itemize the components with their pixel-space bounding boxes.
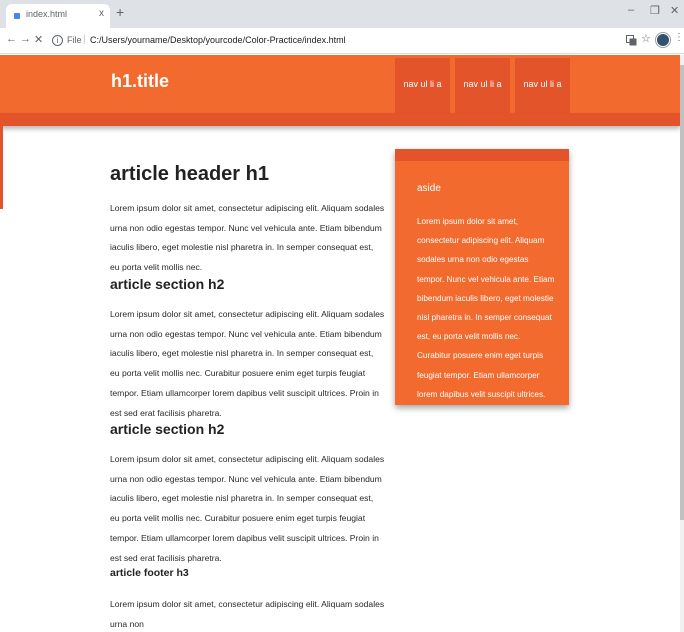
profile-icon[interactable] (656, 33, 670, 47)
new-tab-icon[interactable]: + (116, 4, 124, 20)
nav-link[interactable]: nav ul li a (455, 58, 510, 113)
back-icon[interactable]: ← (6, 33, 17, 45)
aside-paragraph: Lorem ipsum dolor sit amet, consectetur … (417, 217, 555, 399)
restore-icon[interactable]: ❐ (650, 4, 660, 17)
forward-icon[interactable]: → (20, 33, 31, 45)
article-header-title: article header h1 (110, 163, 269, 185)
nav-link[interactable]: nav ul li a (515, 58, 570, 113)
nav-link[interactable]: nav ul li a (395, 58, 450, 113)
header-bottom-bar (0, 113, 680, 126)
info-icon[interactable]: i (52, 35, 63, 46)
tab-title: index.html (26, 9, 68, 19)
aside-title: aside (417, 183, 441, 194)
site-title: h1.title (111, 71, 170, 91)
article-footer-title: article footer h3 (110, 567, 189, 579)
article-intro-paragraph: Lorem ipsum dolor sit amet, consectetur … (110, 203, 385, 273)
article-footer-paragraph: Lorem ipsum dolor sit amet, consectetur … (110, 599, 385, 629)
scrollbar-thumb[interactable] (680, 65, 684, 520)
article-section-title: article section h2 (110, 276, 225, 292)
browser-tabstrip: index.html x + – ❐ ✕ (0, 0, 684, 28)
stop-loading-icon[interactable]: ✕ (34, 33, 43, 46)
url-scheme: File (67, 35, 82, 45)
menu-icon[interactable]: ⋮ (674, 32, 684, 43)
article-section-paragraph: Lorem ipsum dolor sit amet, consectetur … (110, 309, 385, 418)
article-section-title: article section h2 (110, 421, 225, 437)
star-icon[interactable]: ☆ (641, 32, 651, 45)
address-bar[interactable]: i File | C:/Users/yourname/Desktop/yourc… (50, 32, 616, 50)
page-scrollbar[interactable] (680, 55, 684, 632)
page-viewport: h1.title nav ul li a nav ul li a nav ul … (0, 55, 680, 632)
translate-icon[interactable] (626, 35, 637, 46)
aside-panel: aside Lorem ipsum dolor sit amet, consec… (395, 149, 569, 405)
article-section-paragraph: Lorem ipsum dolor sit amet, consectetur … (110, 454, 385, 563)
browser-tab[interactable]: index.html x (6, 4, 110, 28)
left-edge-bar (0, 113, 3, 209)
file-icon (14, 13, 20, 19)
browser-toolbar: ← → ✕ i File | C:/Users/yourname/Desktop… (0, 28, 684, 54)
url-separator: | (83, 34, 86, 45)
site-header: h1.title nav ul li a nav ul li a nav ul … (0, 55, 680, 113)
url-text[interactable]: C:/Users/yourname/Desktop/yourcode/Color… (90, 35, 346, 45)
close-icon[interactable]: x (99, 8, 104, 19)
window-close-icon[interactable]: ✕ (670, 4, 679, 17)
minimize-icon[interactable]: – (628, 4, 634, 16)
